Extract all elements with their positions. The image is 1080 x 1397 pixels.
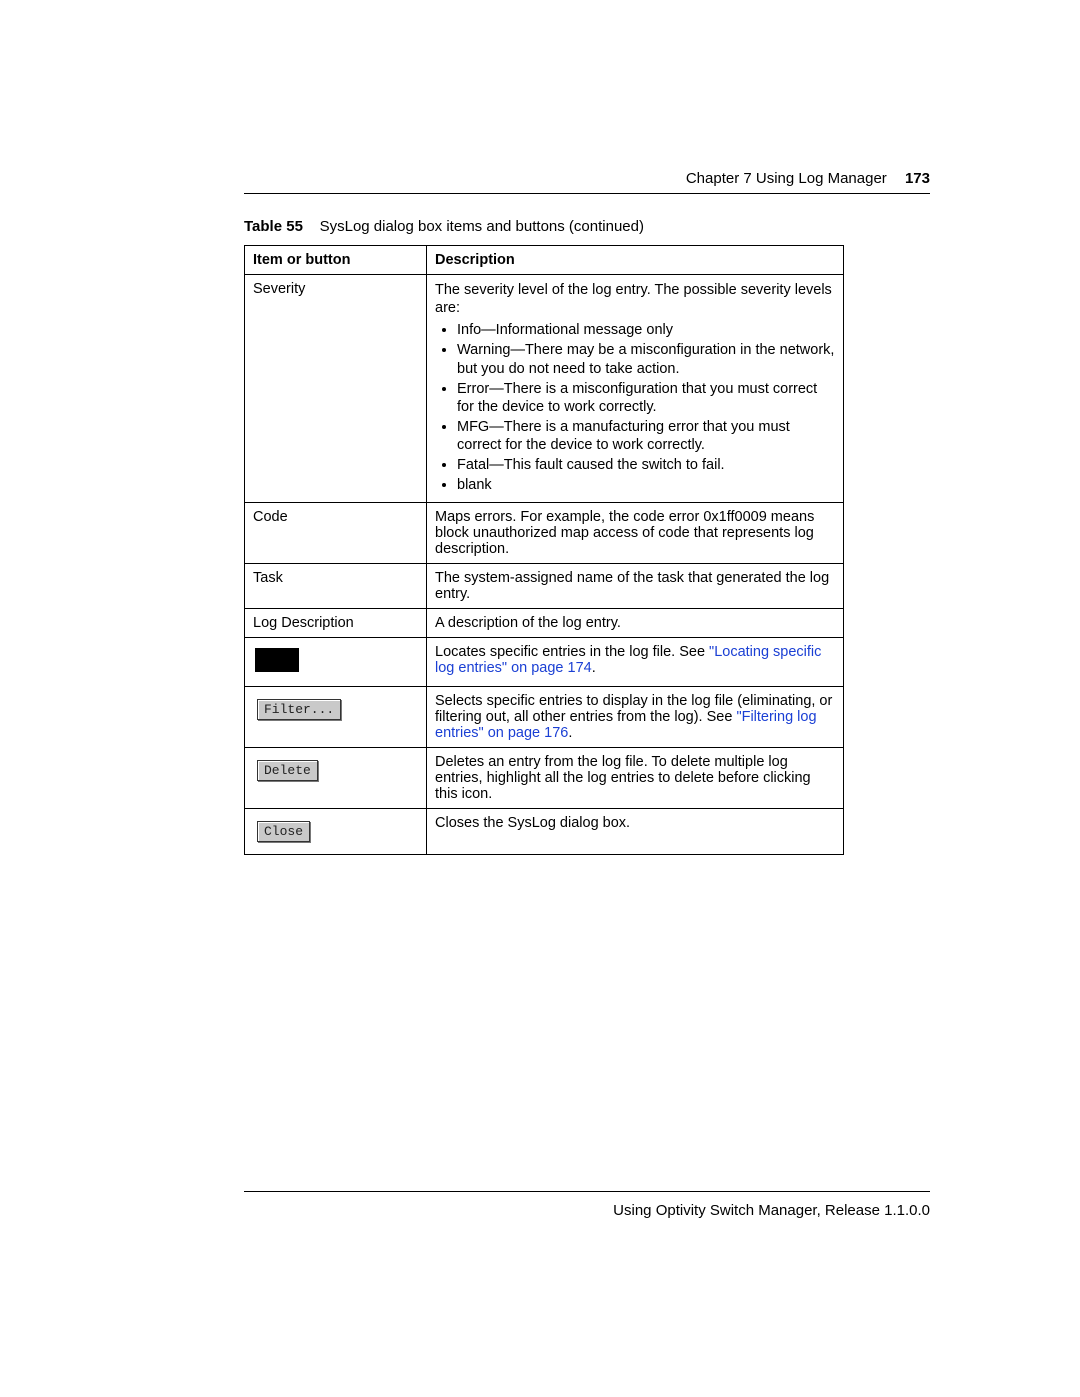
list-item: Info—Informational message only bbox=[457, 321, 835, 339]
severity-list: Info—Informational message only Warning—… bbox=[435, 321, 835, 494]
cell-desc: A description of the log entry. bbox=[427, 609, 844, 638]
footer-text: Using Optivity Switch Manager, Release 1… bbox=[613, 1202, 930, 1219]
page-footer: Using Optivity Switch Manager, Release 1… bbox=[244, 1191, 930, 1219]
cell-desc: Locates specific entries in the log file… bbox=[427, 638, 844, 687]
cell-desc: The system-assigned name of the task tha… bbox=[427, 564, 844, 609]
table-label: Table 55 bbox=[244, 218, 303, 235]
cell-item: Severity bbox=[245, 275, 427, 503]
row-close: Close Closes the SysLog dialog box. bbox=[245, 809, 844, 855]
cell-item bbox=[245, 638, 427, 687]
row-task: Task The system-assigned name of the tas… bbox=[245, 564, 844, 609]
row-severity: Severity The severity level of the log e… bbox=[245, 275, 844, 503]
list-item: Error—There is a misconfiguration that y… bbox=[457, 380, 835, 416]
cell-item: Task bbox=[245, 564, 427, 609]
row-filter: Filter... Selects specific entries to di… bbox=[245, 687, 844, 748]
filter-button[interactable]: Filter... bbox=[257, 699, 341, 720]
list-item: Warning—There may be a misconfiguration … bbox=[457, 341, 835, 377]
table-caption: Table 55 SysLog dialog box items and but… bbox=[244, 218, 930, 235]
syslog-table: Item or button Description Severity The … bbox=[244, 245, 844, 855]
cell-item: Delete bbox=[245, 748, 427, 809]
cell-item: Close bbox=[245, 809, 427, 855]
cell-desc: Deletes an entry from the log file. To d… bbox=[427, 748, 844, 809]
list-item: Fatal—This fault caused the switch to fa… bbox=[457, 456, 835, 474]
row-code: Code Maps errors. For example, the code … bbox=[245, 503, 844, 564]
chapter-title: Chapter 7 Using Log Manager bbox=[686, 170, 887, 187]
page-number: 173 bbox=[905, 170, 930, 187]
cell-desc: Selects specific entries to display in t… bbox=[427, 687, 844, 748]
cell-item: Filter... bbox=[245, 687, 427, 748]
list-item: blank bbox=[457, 476, 835, 494]
find-desc-2: . bbox=[592, 660, 596, 676]
severity-intro: The severity level of the log entry. The… bbox=[435, 281, 835, 317]
delete-button[interactable]: Delete bbox=[257, 760, 318, 781]
cell-desc: Closes the SysLog dialog box. bbox=[427, 809, 844, 855]
cell-desc: Maps errors. For example, the code error… bbox=[427, 503, 844, 564]
table-header-row: Item or button Description bbox=[245, 246, 844, 275]
filter-desc-2: . bbox=[568, 725, 572, 741]
row-delete: Delete Deletes an entry from the log fil… bbox=[245, 748, 844, 809]
cell-item: Code bbox=[245, 503, 427, 564]
page: Chapter 7 Using Log Manager 173 Table 55… bbox=[0, 0, 1080, 1397]
cell-desc: The severity level of the log entry. The… bbox=[427, 275, 844, 503]
row-log-description: Log Description A description of the log… bbox=[245, 609, 844, 638]
find-icon bbox=[255, 648, 299, 672]
col-item: Item or button bbox=[245, 246, 427, 275]
list-item: MFG—There is a manufacturing error that … bbox=[457, 418, 835, 454]
row-find: Locates specific entries in the log file… bbox=[245, 638, 844, 687]
page-header: Chapter 7 Using Log Manager 173 bbox=[244, 170, 930, 194]
cell-item: Log Description bbox=[245, 609, 427, 638]
close-button[interactable]: Close bbox=[257, 821, 310, 842]
find-desc-1: Locates specific entries in the log file… bbox=[435, 644, 709, 660]
col-desc: Description bbox=[427, 246, 844, 275]
table-caption-text: SysLog dialog box items and buttons (con… bbox=[320, 218, 644, 235]
